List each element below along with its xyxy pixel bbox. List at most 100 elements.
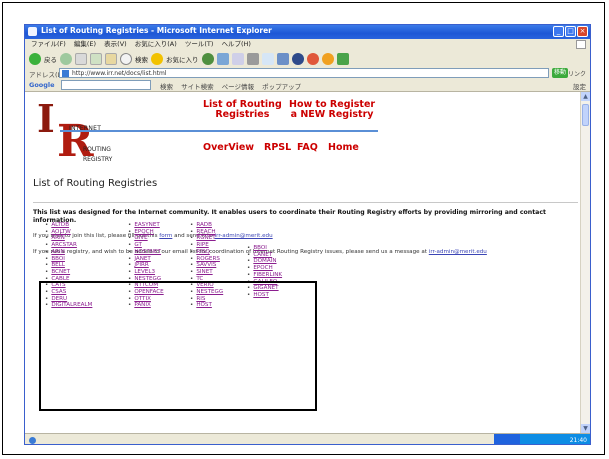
- nav-faq[interactable]: FAQ: [297, 143, 318, 153]
- menu-tools[interactable]: ツール(T): [185, 39, 214, 50]
- registry-list-item: RADB: [190, 222, 223, 229]
- registry-link[interactable]: FIBERLINK: [253, 272, 282, 278]
- registry-link[interactable]: ROGERS: [196, 256, 220, 262]
- refresh-icon[interactable]: [90, 52, 102, 65]
- menu-file[interactable]: ファイル(F): [31, 39, 66, 50]
- scroll-thumb[interactable]: [582, 104, 589, 126]
- registry-list-item: GIVE: [128, 235, 164, 242]
- menu-bar: ファイル(F) 編集(E) 表示(V) お気に入り(A) ツール(T) ヘルプ(…: [25, 39, 590, 50]
- addon-icon[interactable]: [306, 52, 319, 65]
- favorites-label[interactable]: お気に入り: [166, 54, 199, 64]
- registry-link[interactable]: SAVVIS: [196, 262, 216, 268]
- registry-link[interactable]: BCNET: [51, 269, 70, 275]
- mail-icon[interactable]: [231, 52, 244, 65]
- registry-link[interactable]: BBOI: [51, 256, 65, 262]
- menu-help[interactable]: ヘルプ(H): [222, 39, 251, 50]
- page-icon: [62, 70, 69, 77]
- registry-link[interactable]: SINET: [196, 269, 212, 275]
- registry-list-item: ARCSTAR: [45, 242, 92, 249]
- taskbar-tray: 21:40: [494, 434, 590, 444]
- menu-edit[interactable]: 編集(E): [74, 39, 96, 50]
- nav-overview[interactable]: OverView: [203, 143, 254, 153]
- address-bar: アドレス(D) http://www.irr.net/docs/list.htm…: [25, 67, 590, 79]
- nav-how-to-register[interactable]: How to Register a NEW Registry: [289, 100, 375, 120]
- maximize-button[interactable]: □: [565, 26, 576, 37]
- nav-rpsl[interactable]: RPSL: [264, 143, 291, 153]
- registry-link[interactable]: GIVE: [134, 235, 147, 241]
- registry-link[interactable]: EPOCH: [253, 265, 272, 271]
- print-icon[interactable]: [246, 52, 259, 65]
- registry-link[interactable]: JANET: [134, 256, 151, 262]
- scroll-down-button[interactable]: ▼: [581, 424, 590, 433]
- minimize-button[interactable]: _: [553, 26, 564, 37]
- registry-link[interactable]: REACH: [196, 229, 215, 235]
- registry-list-item: ROGERS: [190, 256, 223, 263]
- registry-link[interactable]: CANET: [253, 252, 272, 258]
- google-search-button[interactable]: 検索: [160, 83, 173, 91]
- title-bar[interactable]: List of Routing Registries - Microsoft I…: [25, 25, 590, 39]
- google-page-info-button[interactable]: ページ情報: [222, 83, 254, 91]
- screenshot-frame: List of Routing Registries - Microsoft I…: [2, 2, 605, 455]
- registry-list-item: RIPE: [190, 242, 223, 249]
- search-label[interactable]: 検索: [135, 54, 148, 64]
- addon2-icon[interactable]: [321, 52, 334, 65]
- go-button[interactable]: 移動: [552, 68, 568, 78]
- registry-link[interactable]: ARIN: [51, 235, 65, 241]
- addon3-icon[interactable]: [336, 52, 349, 65]
- search-icon[interactable]: [120, 52, 132, 65]
- google-search-input[interactable]: [61, 80, 151, 90]
- registry-link[interactable]: EASYNET: [134, 222, 159, 228]
- stop-icon[interactable]: [75, 52, 87, 65]
- google-site-search-button[interactable]: サイト検索: [181, 83, 214, 91]
- header-rule: [60, 130, 378, 132]
- address-url: http://www.irr.net/docs/list.html: [72, 70, 167, 77]
- irr-logo[interactable]: I R INTERNET ROUTING REGISTRY: [35, 100, 125, 166]
- registry-link[interactable]: LEVEL3: [134, 269, 155, 275]
- registry-link[interactable]: HOSTNET: [134, 249, 161, 255]
- history-icon[interactable]: [216, 52, 229, 65]
- media-icon[interactable]: [201, 52, 214, 65]
- favorites-icon[interactable]: [151, 52, 163, 65]
- registry-link[interactable]: GT: [134, 242, 142, 248]
- registry-list-item: ALTDB: [45, 222, 92, 229]
- back-icon[interactable]: [29, 52, 41, 65]
- registry-list-item: JPIRR: [128, 262, 164, 269]
- registry-link[interactable]: RISQ: [196, 249, 210, 255]
- registry-link[interactable]: JPIRR: [134, 262, 148, 268]
- google-popup-button[interactable]: ポップアップ: [262, 83, 301, 91]
- research-icon[interactable]: [291, 52, 304, 65]
- registry-link[interactable]: ARIN: [51, 249, 65, 255]
- forward-icon[interactable]: [60, 52, 72, 65]
- back-label[interactable]: 戻る: [44, 54, 57, 64]
- registry-link[interactable]: EPOCH: [134, 229, 153, 235]
- menu-view[interactable]: 表示(V): [104, 39, 127, 50]
- home-icon[interactable]: [105, 52, 117, 65]
- links-button[interactable]: リンク: [568, 69, 586, 78]
- registry-link[interactable]: RADB: [196, 222, 212, 228]
- registry-link[interactable]: BELL: [51, 262, 65, 268]
- registry-link[interactable]: DOMAIN: [253, 258, 276, 264]
- scroll-up-button[interactable]: ▲: [581, 92, 590, 101]
- logo-word-routing: ROUTING: [83, 146, 111, 153]
- nav-list-of-registries[interactable]: List of Routing Registries: [203, 100, 282, 120]
- registry-link[interactable]: ARCSTAR: [51, 242, 77, 248]
- registry-list-item: BBOI: [45, 256, 92, 263]
- close-button[interactable]: ×: [577, 26, 588, 37]
- messenger-icon[interactable]: [276, 52, 289, 65]
- menu-favorites[interactable]: お気に入り(A): [135, 39, 177, 50]
- google-logo[interactable]: Google: [29, 81, 55, 89]
- registry-link[interactable]: ALTDB: [51, 222, 69, 228]
- google-toolbar: Google 検索 サイト検索 ページ情報 ポップアップ 設定: [25, 79, 590, 92]
- mailing-list-email-link[interactable]: irr-admin@merit.edu: [429, 249, 487, 255]
- registry-link[interactable]: RIPE: [196, 242, 208, 248]
- nav-home[interactable]: Home: [328, 143, 359, 153]
- admin-email-link[interactable]: irr-admin@merit.edu: [215, 233, 273, 239]
- registry-link[interactable]: RGNET: [196, 235, 215, 241]
- address-input[interactable]: http://www.irr.net/docs/list.html: [59, 68, 549, 78]
- google-settings-button[interactable]: 設定: [573, 81, 586, 91]
- registry-list-item: ARIN: [45, 249, 92, 256]
- edit-icon[interactable]: [261, 52, 274, 65]
- vertical-scrollbar[interactable]: ▲ ▼: [580, 92, 590, 433]
- registry-link[interactable]: BBOI: [253, 245, 267, 251]
- registry-link[interactable]: AOLTW: [51, 229, 70, 235]
